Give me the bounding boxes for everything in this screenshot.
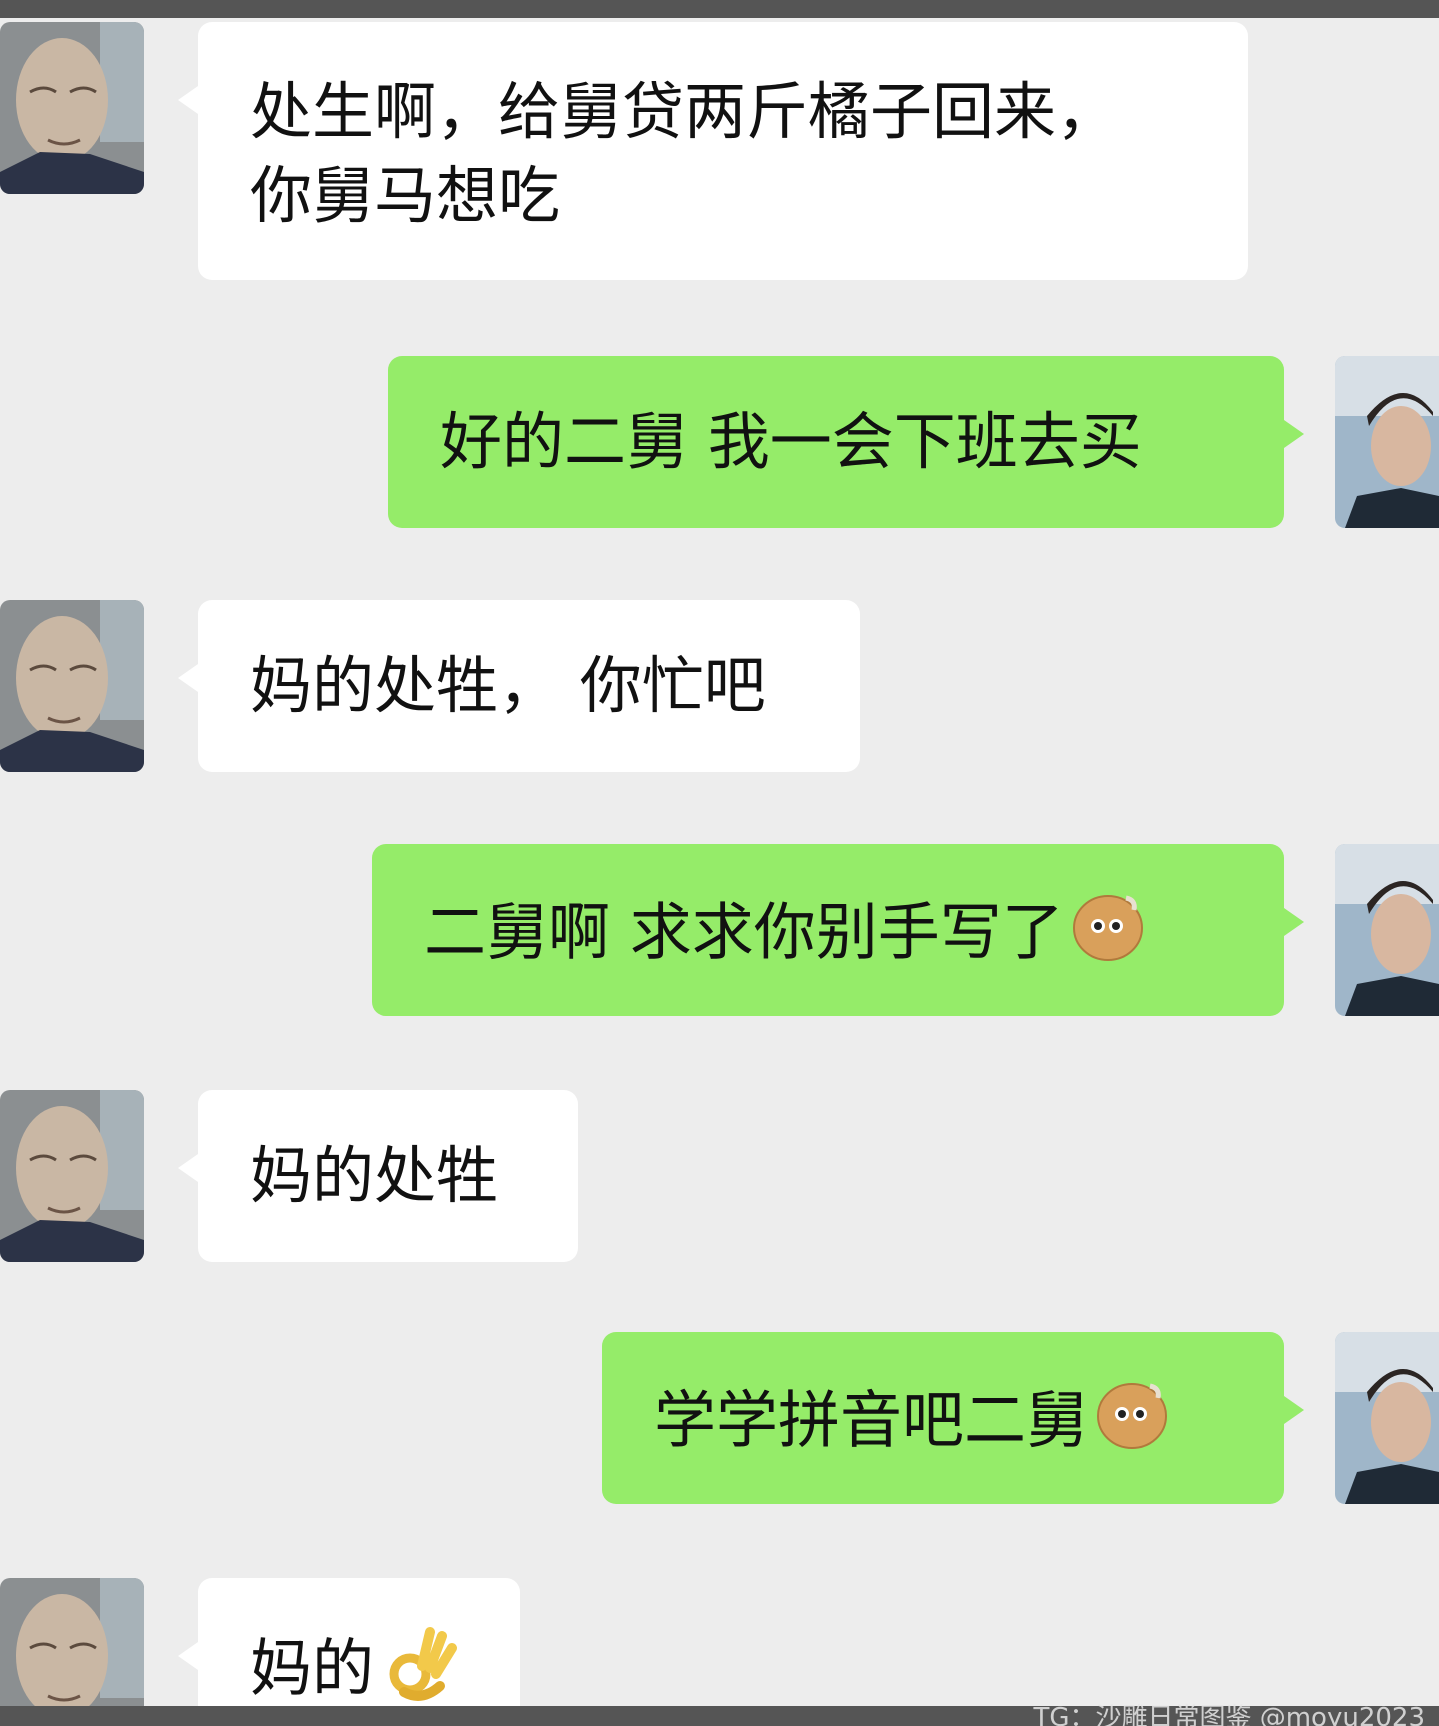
avatar-me[interactable] (1335, 1332, 1439, 1504)
message-bubble-outgoing[interactable]: 学学拼音吧二舅 (602, 1332, 1304, 1504)
old-man-avatar-icon (0, 1578, 144, 1726)
avatar-me[interactable] (1335, 844, 1439, 1016)
message-bubble-incoming[interactable]: 妈的 (178, 1578, 520, 1726)
avatar-uncle[interactable] (0, 1090, 144, 1262)
watermark: TG：沙雕日常图鉴 @moyu2023 (1033, 1703, 1425, 1726)
message-bubble-incoming[interactable]: 处生啊，给舅贷两斤橘子回来， 你舅马想吃 (178, 22, 1248, 280)
chat-panel: 处生啊，给舅贷两斤橘子回来， 你舅马想吃 好的二舅 我一会下班去买 妈的处牲， … (0, 0, 1439, 1726)
message-line: 你舅马想吃 (250, 159, 561, 232)
message-bubble-outgoing[interactable]: 好的二舅 我一会下班去买 (388, 356, 1304, 528)
message-text: 学学拼音吧二舅 (654, 1383, 1089, 1457)
message-bubble-incoming[interactable]: 妈的处牲， 你忙吧 (178, 600, 860, 772)
avatar-uncle[interactable] (0, 600, 144, 772)
message-text: 妈的处牲 (250, 1139, 499, 1212)
message-bubble-incoming[interactable]: 妈的处牲 (178, 1090, 578, 1262)
message-text: 妈的处牲， 你忙吧 (250, 649, 766, 722)
young-man-avatar-icon (1335, 1332, 1439, 1504)
top-border (0, 0, 1439, 18)
message-line: 处生啊，给舅贷两斤橘子回来， (250, 75, 1119, 148)
old-man-avatar-icon (0, 22, 144, 194)
shy-potato-emoji-icon (1070, 888, 1146, 985)
avatar-uncle[interactable] (0, 1578, 144, 1726)
old-man-avatar-icon (0, 600, 144, 772)
message-bubble-outgoing[interactable]: 二舅啊 求求你别手写了 (372, 844, 1304, 1016)
young-man-avatar-icon (1335, 356, 1439, 528)
message-text: 好的二舅 我一会下班去买 (440, 405, 1142, 478)
message-text: 妈的 (250, 1631, 375, 1705)
shy-potato-emoji-icon (1094, 1376, 1170, 1473)
avatar-uncle[interactable] (0, 22, 144, 194)
avatar-me[interactable] (1335, 356, 1439, 528)
old-man-avatar-icon (0, 1090, 144, 1262)
message-text: 二舅啊 求求你别手写了 (424, 895, 1064, 969)
young-man-avatar-icon (1335, 844, 1439, 1016)
